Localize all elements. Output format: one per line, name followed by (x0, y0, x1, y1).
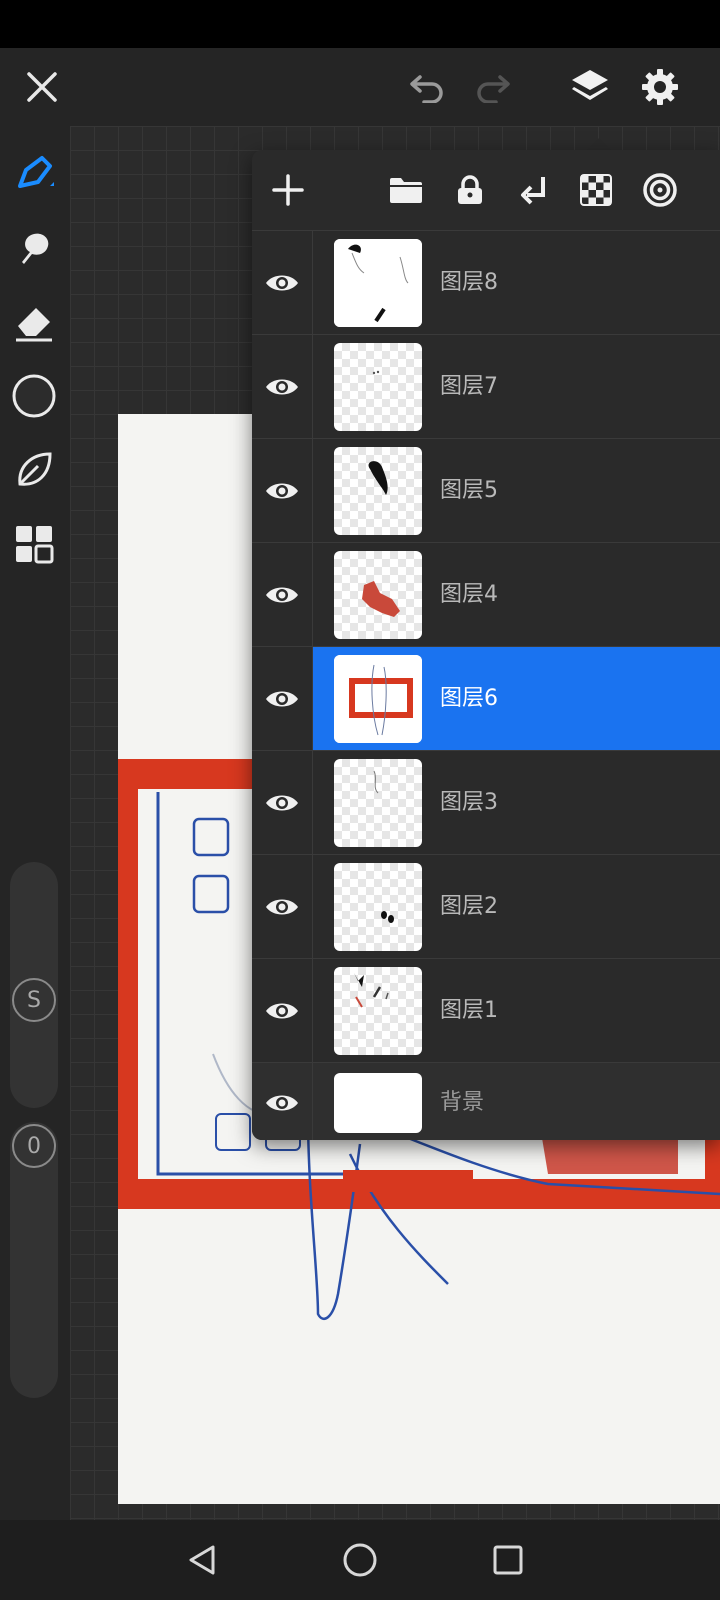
layers-panel: 图层8 图层7 图层5 图层4 图层6 图层3 图层2 图层1 背景 (252, 150, 720, 1140)
folder-icon[interactable] (378, 150, 434, 230)
smudge-icon[interactable] (8, 222, 60, 274)
system-nav-bar (0, 1520, 720, 1600)
gear-icon[interactable] (630, 48, 690, 126)
layer-name: 图层8 (440, 270, 498, 295)
size-slider-knob[interactable]: S (12, 978, 56, 1022)
leaf-icon[interactable] (8, 444, 60, 496)
recents-icon[interactable] (478, 1530, 538, 1590)
layer-thumbnail (334, 447, 422, 535)
lock-icon[interactable] (442, 150, 498, 230)
layer-thumbnail (334, 1073, 422, 1133)
layer-row[interactable]: 图层5 (252, 438, 720, 543)
redo-icon[interactable] (462, 48, 522, 126)
layer-name: 图层2 (440, 894, 498, 919)
layer-row[interactable]: 图层3 (252, 750, 720, 855)
visibility-icon[interactable] (252, 1063, 313, 1140)
visibility-icon[interactable] (252, 959, 313, 1063)
layer-thumbnail (334, 655, 422, 743)
back-icon[interactable] (172, 1530, 232, 1590)
layer-name: 背景 (440, 1090, 485, 1115)
visibility-icon[interactable] (252, 751, 313, 855)
layer-thumbnail (334, 863, 422, 951)
layer-thumbnail (334, 239, 422, 327)
layer-row[interactable]: 图层1 (252, 958, 720, 1063)
layer-row-selected[interactable]: 图层6 (252, 646, 720, 751)
opacity-slider[interactable]: 0 (10, 1122, 58, 1398)
layer-thumbnail (334, 967, 422, 1055)
close-icon[interactable] (12, 48, 72, 126)
layer-name: 图层1 (440, 998, 498, 1023)
layer-name: 图层3 (440, 790, 498, 815)
brush-icon[interactable] (8, 148, 60, 200)
layer-row[interactable]: 图层2 (252, 854, 720, 959)
top-toolbar (0, 48, 720, 126)
layers-icon[interactable] (560, 48, 620, 126)
layer-row[interactable]: 图层7 (252, 334, 720, 439)
layer-row[interactable]: 图层4 (252, 542, 720, 647)
opacity-slider-knob[interactable]: 0 (12, 1124, 56, 1168)
target-icon[interactable] (632, 150, 688, 230)
visibility-icon[interactable] (252, 855, 313, 959)
brush-size-slider[interactable]: S (10, 862, 58, 1108)
layer-thumbnail (334, 343, 422, 431)
layer-name: 图层6 (440, 686, 498, 711)
merge-down-icon[interactable] (506, 150, 562, 230)
visibility-icon[interactable] (252, 231, 313, 335)
layer-thumbnail (334, 551, 422, 639)
layer-name: 图层5 (440, 478, 498, 503)
checker-icon[interactable] (568, 150, 624, 230)
layer-name: 图层7 (440, 374, 498, 399)
layer-row-background[interactable]: 背景 (252, 1062, 720, 1140)
visibility-icon[interactable] (252, 439, 313, 543)
color-swatch[interactable] (8, 370, 60, 422)
add-layer-icon[interactable] (260, 150, 316, 230)
visibility-icon[interactable] (252, 543, 313, 647)
visibility-icon[interactable] (252, 335, 313, 439)
left-toolbar: S 0 (0, 126, 70, 1520)
undo-icon[interactable] (398, 48, 458, 126)
visibility-icon[interactable] (252, 647, 313, 751)
layer-row[interactable]: 图层8 (252, 230, 720, 335)
eraser-icon[interactable] (8, 296, 60, 348)
grid-icon[interactable] (8, 518, 60, 570)
home-icon[interactable] (330, 1530, 390, 1590)
status-bar (0, 0, 720, 48)
layer-name: 图层4 (440, 582, 498, 607)
layer-thumbnail (334, 759, 422, 847)
